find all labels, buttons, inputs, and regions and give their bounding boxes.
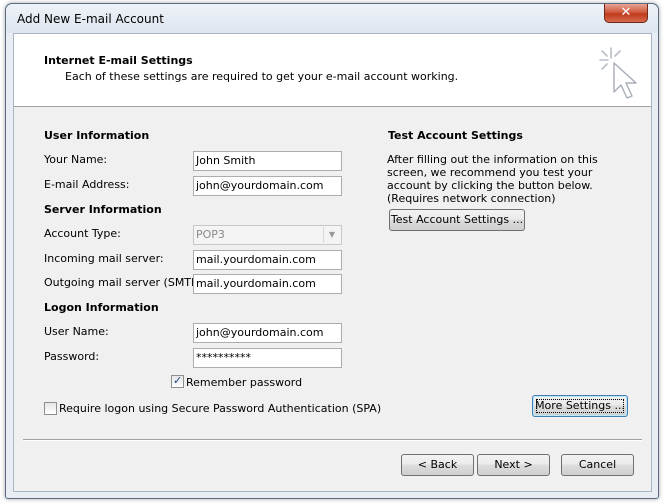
footer-divider (23, 439, 642, 441)
account-type-value: POP3 (196, 228, 225, 241)
user-name-input[interactable]: john@yourdomain.com (193, 323, 342, 343)
password-label: Password: (44, 350, 100, 363)
back-button[interactable]: < Back (401, 454, 474, 476)
remember-password-label: Remember password (186, 376, 303, 389)
close-icon: ✕ (620, 5, 632, 20)
incoming-server-input[interactable]: mail.yourdomain.com (193, 250, 342, 270)
password-input[interactable]: ********** (193, 348, 342, 368)
close-button[interactable]: ✕ (604, 4, 648, 23)
focus-indicator (536, 399, 624, 413)
logon-info-heading: Logon Information (44, 301, 159, 314)
test-settings-heading: Test Account Settings (388, 129, 523, 142)
more-settings-button[interactable]: More Settings ... (532, 395, 628, 417)
chevron-down-icon: ▼ (323, 227, 340, 243)
account-type-select: POP3 ▼ (193, 225, 342, 245)
dialog-client-area: Internet E-mail Settings Each of these s… (13, 33, 652, 492)
outgoing-server-input[interactable]: mail.yourdomain.com (193, 274, 342, 294)
your-name-label: Your Name: (44, 153, 108, 166)
window-title: Add New E-mail Account (17, 12, 164, 26)
test-settings-description: After filling out the information on thi… (387, 153, 598, 205)
user-name-label: User Name: (44, 325, 109, 338)
next-button[interactable]: Next > (477, 454, 550, 476)
account-type-label: Account Type: (44, 227, 121, 240)
dialog-window: Add New E-mail Account ✕ Internet E-mail… (5, 3, 659, 499)
cancel-button[interactable]: Cancel (561, 454, 634, 476)
user-info-heading: User Information (44, 129, 150, 142)
outgoing-server-label: Outgoing mail server (SMTP): (44, 276, 206, 289)
cursor-sparkle-icon (599, 47, 637, 99)
server-info-heading: Server Information (44, 203, 162, 216)
spa-checkbox[interactable] (44, 402, 57, 415)
email-address-label: E-mail Address: (44, 178, 130, 191)
test-account-settings-button[interactable]: Test Account Settings ... (389, 209, 525, 231)
dialog-header: Internet E-mail Settings Each of these s… (14, 34, 651, 107)
incoming-server-label: Incoming mail server: (44, 252, 164, 265)
title-bar[interactable]: Add New E-mail Account ✕ (6, 4, 658, 33)
header-subtitle: Each of these settings are required to g… (65, 70, 459, 83)
your-name-input[interactable]: John Smith (193, 151, 342, 171)
header-title: Internet E-mail Settings (44, 54, 193, 67)
email-address-input[interactable]: john@yourdomain.com (193, 176, 342, 196)
checkmark-icon: ✓ (173, 374, 183, 387)
spa-label: Require logon using Secure Password Auth… (59, 402, 382, 415)
remember-password-checkbox[interactable]: ✓ (171, 374, 184, 388)
